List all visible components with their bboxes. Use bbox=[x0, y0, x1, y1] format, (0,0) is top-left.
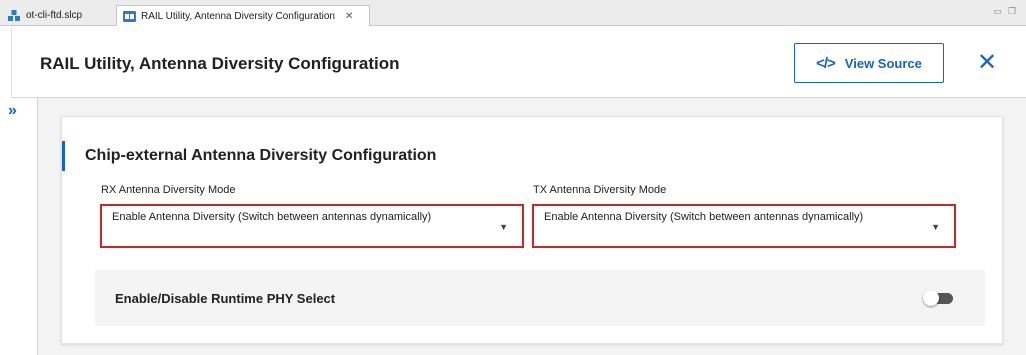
tab-close-icon[interactable]: ✕ bbox=[345, 11, 353, 22]
runtime-phy-toggle[interactable] bbox=[923, 290, 953, 306]
page-title: RAIL Utility, Antenna Diversity Configur… bbox=[40, 54, 400, 73]
tab-rail-utility[interactable]: RAIL Utility, Antenna Diversity Configur… bbox=[116, 5, 370, 26]
runtime-phy-row: Enable/Disable Runtime PHY Select bbox=[95, 270, 985, 326]
toggle-knob bbox=[923, 290, 939, 306]
window-controls[interactable]: ▭❐ bbox=[993, 6, 1022, 17]
view-source-button[interactable]: </> View Source bbox=[794, 43, 944, 83]
chevron-down-icon: ▼ bbox=[499, 222, 508, 232]
tab-label: RAIL Utility, Antenna Diversity Configur… bbox=[141, 10, 335, 22]
rx-mode-select[interactable]: Enable Antenna Diversity (Switch between… bbox=[100, 204, 524, 248]
component-icon bbox=[123, 10, 136, 22]
code-icon: </> bbox=[816, 54, 836, 72]
tab-ot-cli-ftd[interactable]: ot-cli-ftd.slcp bbox=[2, 5, 114, 26]
chevron-down-icon: ▼ bbox=[931, 222, 940, 232]
rx-mode-value: Enable Antenna Diversity (Switch between… bbox=[112, 211, 432, 223]
page-header: RAIL Utility, Antenna Diversity Configur… bbox=[11, 26, 1026, 98]
rx-mode-label: RX Antenna Diversity Mode bbox=[101, 184, 236, 196]
project-icon bbox=[8, 10, 21, 21]
view-source-label: View Source bbox=[844, 55, 922, 71]
restore-icon[interactable]: ❐ bbox=[1008, 6, 1022, 16]
tx-mode-label: TX Antenna Diversity Mode bbox=[533, 184, 667, 196]
editor-tab-bar: ot-cli-ftd.slcp RAIL Utility, Antenna Di… bbox=[0, 0, 1026, 26]
tx-mode-value: Enable Antenna Diversity (Switch between… bbox=[544, 211, 864, 223]
tab-label: ot-cli-ftd.slcp bbox=[26, 10, 83, 21]
close-button[interactable]: ✕ bbox=[972, 48, 1002, 78]
runtime-phy-label: Enable/Disable Runtime PHY Select bbox=[115, 291, 336, 306]
tx-mode-select[interactable]: Enable Antenna Diversity (Switch between… bbox=[532, 204, 956, 248]
side-rail: » bbox=[0, 98, 38, 355]
minimize-icon[interactable]: ▭ bbox=[993, 6, 1008, 16]
expand-panel-icon[interactable]: » bbox=[8, 102, 17, 120]
close-icon: ✕ bbox=[976, 49, 998, 76]
section-accent-bar bbox=[62, 141, 65, 171]
section-title: Chip-external Antenna Diversity Configur… bbox=[85, 147, 437, 164]
configuration-card: Chip-external Antenna Diversity Configur… bbox=[61, 116, 1003, 344]
